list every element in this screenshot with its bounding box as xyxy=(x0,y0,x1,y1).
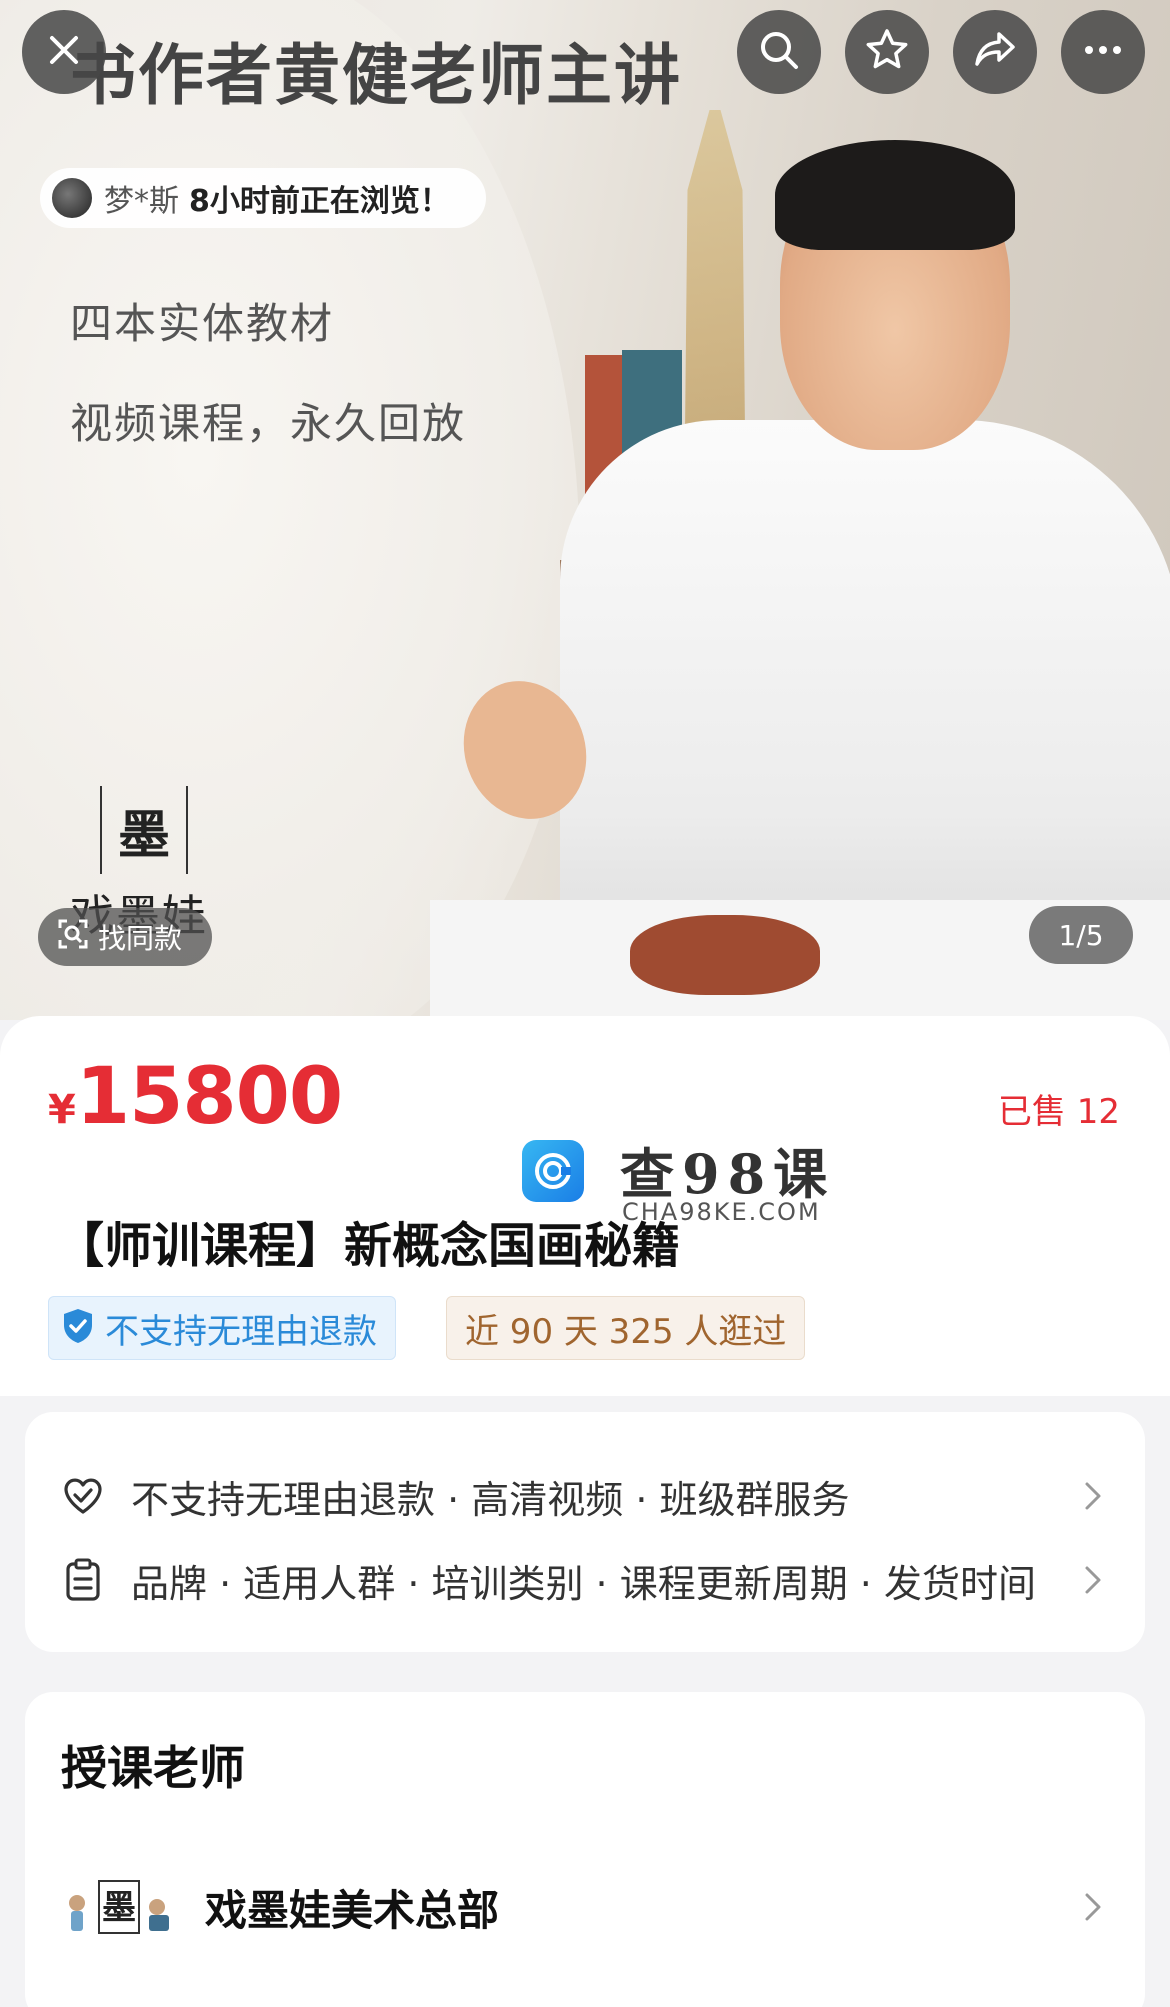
service-guarantee-text: 不支持无理由退款 · 高清视频 · 班级群服务 xyxy=(131,1477,850,1522)
more-button[interactable] xyxy=(1061,10,1145,94)
search-icon xyxy=(756,27,802,77)
product-title: 【师训课程】新概念国画秘籍 xyxy=(56,1218,681,1274)
avatar xyxy=(50,176,94,220)
refund-tag-label: 不支持无理由退款 xyxy=(105,1311,377,1352)
chevron-right-icon xyxy=(1075,1478,1111,1514)
product-params-text: 品牌 · 适用人群 · 培训类别 · 课程更新周期 · 发货时间 xyxy=(131,1561,1036,1606)
find-same-button[interactable]: 找同款 xyxy=(38,908,213,966)
currency-symbol: ¥ xyxy=(48,1087,76,1133)
chevron-right-icon xyxy=(1075,1562,1111,1598)
refund-policy-tag: 不支持无理由退款 xyxy=(48,1296,396,1360)
ink-wash-background xyxy=(0,0,580,1020)
favorite-button[interactable] xyxy=(845,10,929,94)
product-image-carousel[interactable]: 书作者黄健老师主讲 梦*斯 8小时前正在浏览！ 四本实体教材 视频课程，永久回放… xyxy=(0,0,1170,1020)
viewer-activity: 8小时前正在浏览！ xyxy=(189,184,450,219)
decor-teapot xyxy=(630,915,820,995)
page-indicator: 1/5 xyxy=(1029,906,1133,964)
teacher-photo-body xyxy=(560,420,1170,980)
heart-shield-icon xyxy=(61,1474,105,1518)
scan-icon xyxy=(58,919,88,956)
price-value: 15800 xyxy=(75,1052,343,1142)
hero-title: 书作者黄健老师主讲 xyxy=(70,36,682,114)
sold-count: 已售 12 xyxy=(997,1092,1120,1132)
recent-viewer-pill: 梦*斯 8小时前正在浏览！ xyxy=(40,168,486,228)
teacher-name: 戏墨娃美术总部 xyxy=(205,1885,500,1935)
service-info-card: 不支持无理由退款 · 高清视频 · 班级群服务 品牌 · 适用人群 · 培训类别… xyxy=(25,1412,1145,1652)
teacher-card: 授课老师 墨 戏墨娃美术总部 xyxy=(25,1692,1145,2007)
viewer-name: 梦*斯 xyxy=(104,184,179,219)
hero-line-2: 视频课程，永久回放 xyxy=(70,399,467,448)
chevron-right-icon xyxy=(1075,1889,1111,1925)
share-button[interactable] xyxy=(953,10,1037,94)
teacher-row[interactable]: 墨 戏墨娃美术总部 xyxy=(61,1867,1111,1947)
more-icon xyxy=(1079,26,1127,78)
product-price: ¥15800 xyxy=(48,1052,343,1142)
clipboard-icon xyxy=(61,1558,105,1602)
close-icon xyxy=(44,30,84,74)
teacher-photo-hair xyxy=(775,140,1015,250)
teacher-logo-icon: 墨 xyxy=(61,1877,177,1937)
shield-check-icon xyxy=(61,1307,95,1349)
search-button[interactable] xyxy=(737,10,821,94)
star-icon xyxy=(863,26,911,78)
close-button[interactable] xyxy=(22,10,106,94)
brand-logo-icon: 墨 xyxy=(100,786,188,874)
share-icon xyxy=(971,26,1019,78)
svg-text:墨: 墨 xyxy=(102,1888,136,1928)
teacher-section-heading: 授课老师 xyxy=(61,1741,245,1795)
visits-tag: 近 90 天 325 人逛过 xyxy=(446,1296,806,1360)
find-same-label: 找同款 xyxy=(98,922,183,955)
service-guarantee-row[interactable]: 不支持无理由退款 · 高清视频 · 班级群服务 xyxy=(61,1466,1111,1526)
product-params-row[interactable]: 品牌 · 适用人群 · 培训类别 · 课程更新周期 · 发货时间 xyxy=(61,1550,1111,1610)
watermark-logo-icon xyxy=(522,1140,584,1202)
hero-line-1: 四本实体教材 xyxy=(70,299,335,348)
